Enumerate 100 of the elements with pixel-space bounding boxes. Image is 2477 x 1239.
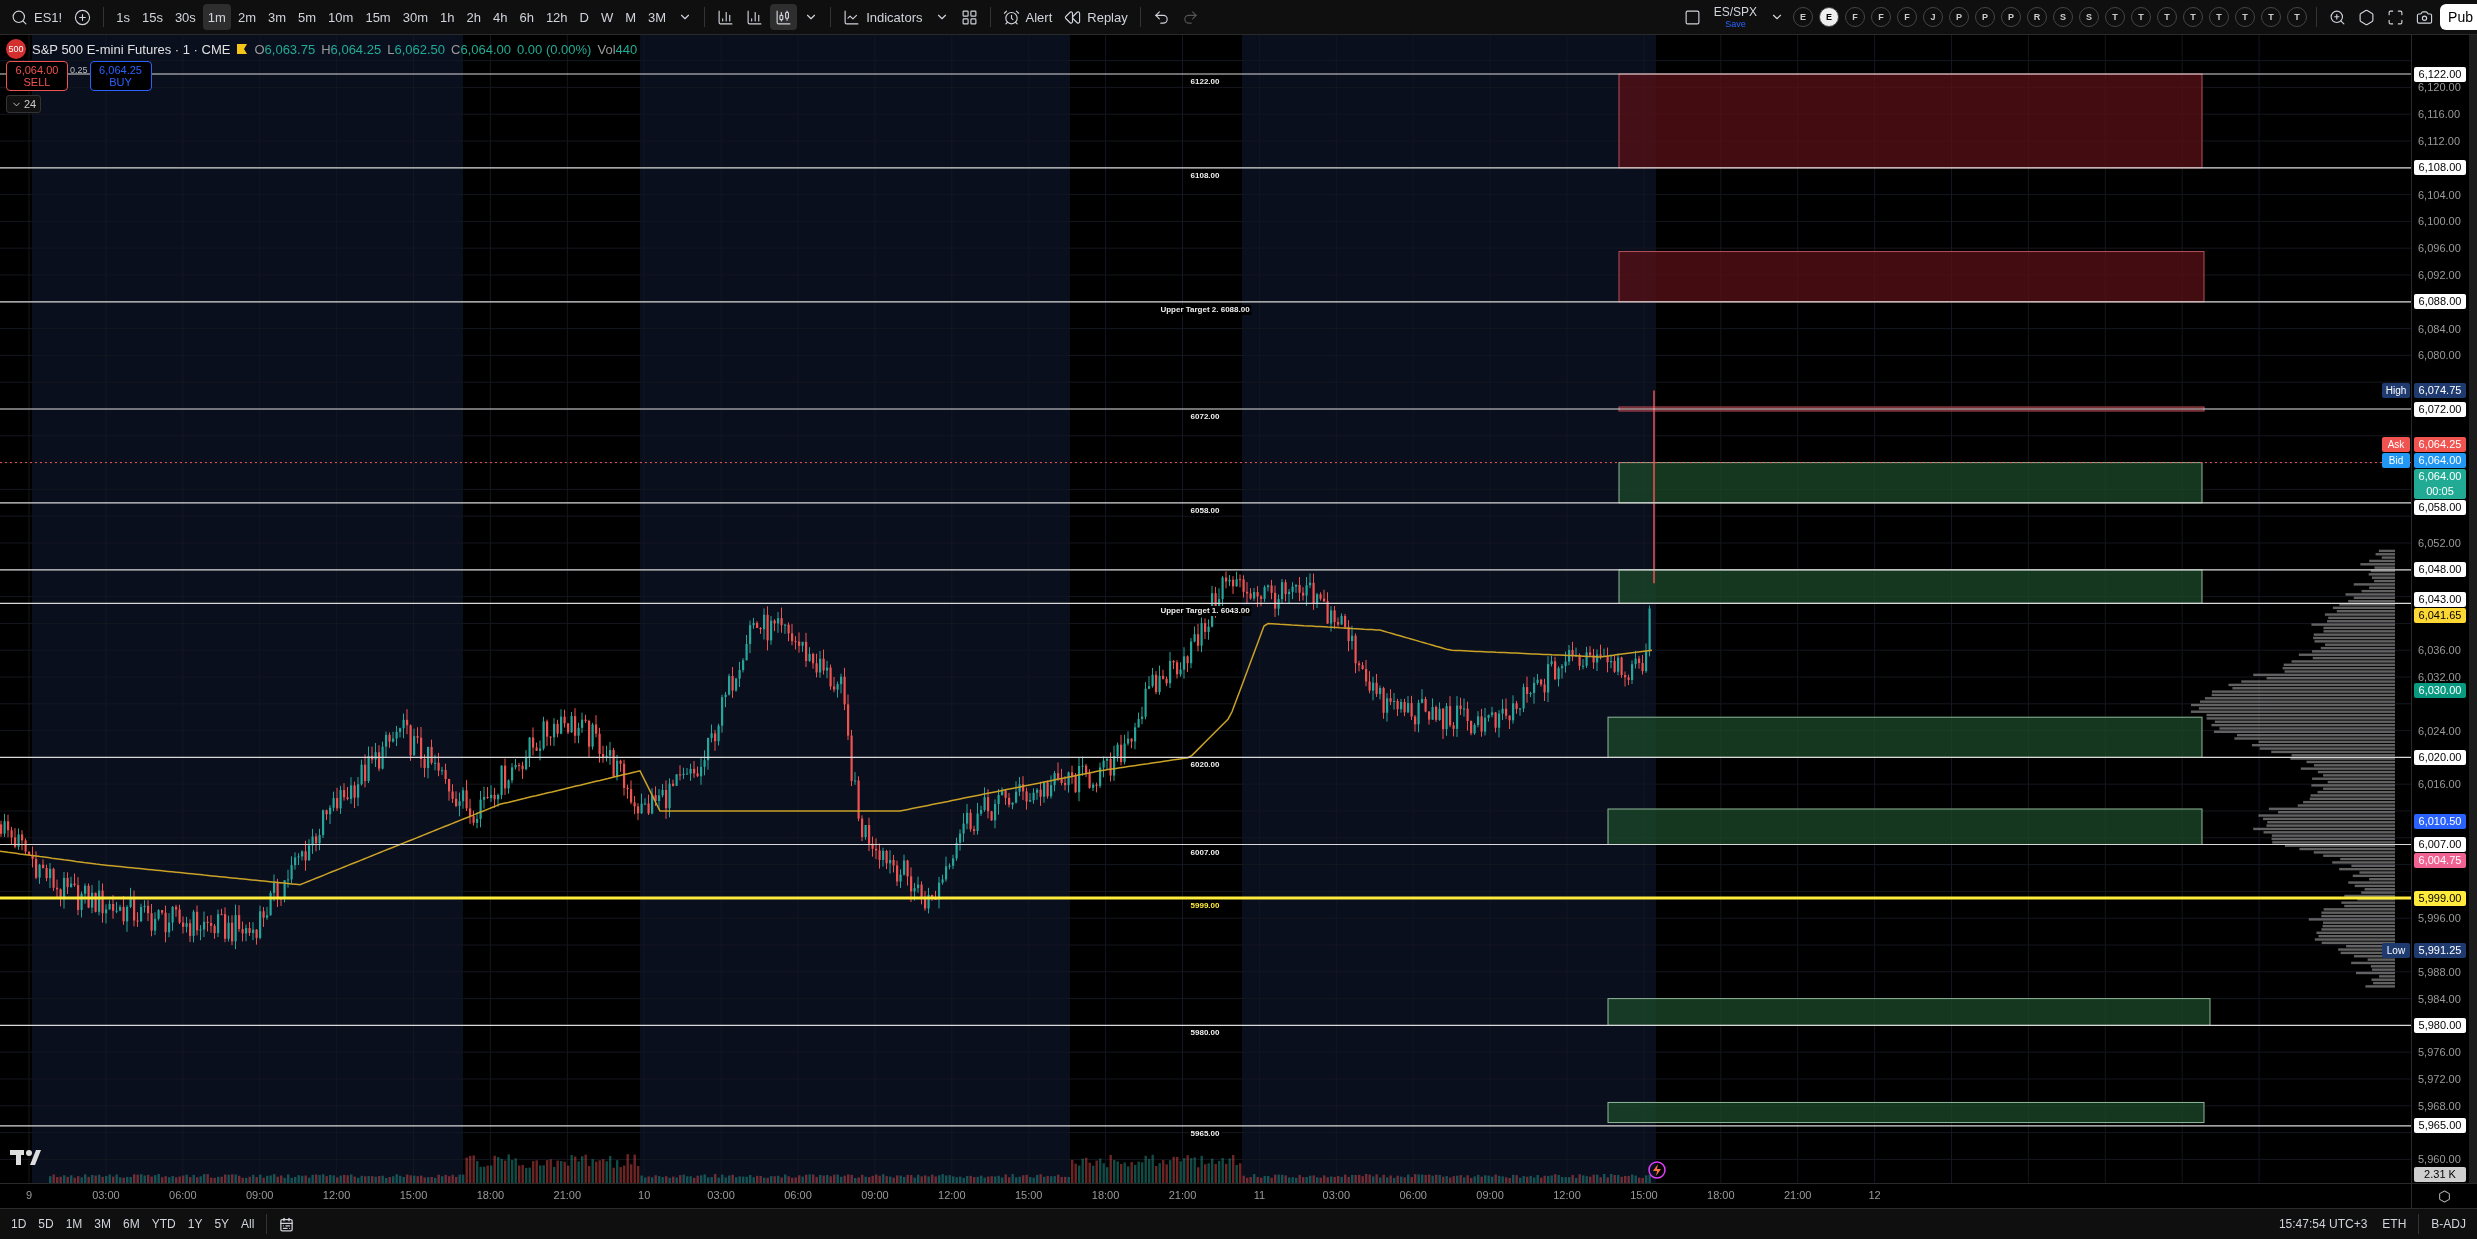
price-badge: 6,088.00 <box>2414 294 2466 310</box>
price-tick: 6,100.00 <box>2418 214 2461 229</box>
price-badge: 6,122.00 <box>2414 66 2466 82</box>
price-tick: 6,052.00 <box>2418 536 2461 550</box>
range-button[interactable]: 5Y <box>209 1211 235 1237</box>
interval-tab[interactable]: 1h <box>435 4 460 30</box>
price-tag: High <box>2382 383 2410 399</box>
fullscreen-icon <box>2387 8 2405 26</box>
line-chart-icon <box>843 8 861 26</box>
alert-button[interactable]: Alert <box>997 4 1058 30</box>
search-icon <box>11 8 28 26</box>
time-label: 12:00 <box>1553 1189 1581 1201</box>
symbol-letter-button[interactable]: E <box>1819 7 1840 27</box>
price-badge: 6,030.00 <box>2414 682 2466 698</box>
time-label: 09:00 <box>245 1189 274 1201</box>
price-tick: 6,024.00 <box>2418 723 2461 738</box>
adjustment-button[interactable]: B-ADJ <box>2426 1211 2471 1237</box>
range-button[interactable]: 1D <box>6 1211 32 1237</box>
time-label: 18:00 <box>1707 1189 1735 1201</box>
interval-tab[interactable]: 15s <box>136 4 168 30</box>
range-button[interactable]: 1M <box>60 1211 88 1237</box>
level-label: 6072.00 <box>1188 412 1222 422</box>
price-tick: 6,084.00 <box>2418 321 2461 336</box>
buy-button[interactable]: 6,064.25 BUY <box>89 61 152 91</box>
price-badge: 6,064.00 00:05 <box>2414 468 2466 499</box>
price-tick: 6,116.00 <box>2418 107 2460 122</box>
rewind-icon <box>1064 8 1082 26</box>
interval-tab[interactable]: 3m <box>263 4 292 30</box>
range-button[interactable]: All <box>236 1211 260 1237</box>
candles-button[interactable] <box>770 4 798 30</box>
settings-icon <box>2438 1189 2451 1203</box>
symbol-search-button[interactable]: ES1! <box>6 4 68 30</box>
interval-tab[interactable]: 5m <box>293 4 322 30</box>
clock-text: 15:47:54 UTC+3 <box>2277 1217 2369 1231</box>
time-label: 06:00 <box>169 1189 197 1201</box>
square-icon <box>1683 8 1701 26</box>
range-button[interactable]: 1Y <box>182 1211 208 1237</box>
interval-tab[interactable]: D <box>574 4 594 30</box>
price-badge: 6,043.00 <box>2414 592 2466 608</box>
price-tick: 5,968.00 <box>2418 1098 2461 1113</box>
sell-button[interactable]: 6,064.00 SELL <box>6 61 68 91</box>
interval-tab[interactable]: 15m <box>360 4 396 30</box>
collapse-button[interactable]: 24 <box>6 95 42 113</box>
price-tick: 6,092.00 <box>2418 268 2461 282</box>
interval-tab[interactable]: 3M <box>643 4 672 30</box>
interval-tab[interactable]: 1s <box>111 4 135 30</box>
level-label: Upper Target 1. 6043.00 <box>1158 606 1252 617</box>
interval-tab[interactable]: W <box>595 4 619 30</box>
time-label: 12:00 <box>322 1189 351 1201</box>
price-badge: 6,010.50 <box>2414 813 2466 829</box>
price-tick: 6,096.00 <box>2418 241 2461 256</box>
interval-tab[interactable]: 1m <box>202 4 231 30</box>
interval-tab[interactable]: 6h <box>514 4 539 30</box>
level-label: 6122.00 <box>1188 77 1222 87</box>
range-button[interactable]: 3M <box>89 1211 117 1237</box>
calendar-icon <box>279 1216 295 1232</box>
interval-tab[interactable]: 2m <box>232 4 261 30</box>
interval-tab[interactable]: 30s <box>169 4 201 30</box>
interval-tab[interactable]: M <box>620 4 642 30</box>
flag-icon <box>236 43 249 55</box>
price-tick: 5,960.00 <box>2418 1152 2461 1167</box>
bars-icon <box>717 8 735 26</box>
publish-button[interactable]: Pub <box>2440 4 2477 30</box>
price-tick: 5,996.00 <box>2418 911 2461 926</box>
time-label: 9 <box>25 1189 33 1201</box>
price-badge: 5,965.00 <box>2414 1118 2466 1134</box>
time-label: 21:00 <box>1168 1189 1197 1201</box>
interval-tab[interactable]: 12h <box>540 4 573 30</box>
interval-tab[interactable]: 10m <box>323 4 359 30</box>
ohlc-value: O6,063.75 <box>254 41 316 57</box>
plus-icon <box>74 8 92 26</box>
interval-tab[interactable]: 30m <box>397 4 433 30</box>
replay-button[interactable]: Replay <box>1059 4 1133 30</box>
time-label: 11 <box>1253 1189 1266 1201</box>
level-label: 6108.00 <box>1188 170 1222 181</box>
range-button[interactable]: 6M <box>118 1211 145 1237</box>
time-label: 09:00 <box>1476 1189 1504 1201</box>
layout-button[interactable]: ES/SPX Save <box>1707 5 1764 29</box>
time-label: 12 <box>1868 1189 1881 1201</box>
time-label: 09:00 <box>861 1189 889 1201</box>
indicators-button[interactable]: Indicators <box>838 4 928 30</box>
volume-value: Vol440 <box>597 41 638 57</box>
price-tick: 6,120.00 <box>2418 80 2461 95</box>
price-badge: 6,041.65 <box>2414 608 2466 624</box>
interval-tab[interactable]: 2h <box>461 4 486 30</box>
ohlc-value: L6,062.50 <box>387 41 445 57</box>
interval-tab[interactable]: 4h <box>487 4 513 30</box>
magnifier-icon <box>2329 8 2347 26</box>
range-button[interactable]: 5D <box>33 1211 59 1237</box>
range-button[interactable]: YTD <box>146 1211 181 1237</box>
level-label: 5965.00 <box>1188 1128 1222 1139</box>
price-badge: 5,999.00 <box>2414 890 2466 906</box>
level-label: Upper Target 2. 6088.00 <box>1158 304 1252 315</box>
time-label: 03:00 <box>92 1189 120 1201</box>
price-badge: 6,064.25 <box>2414 436 2466 452</box>
price-badge: 5,991.25 <box>2414 942 2466 958</box>
time-label: 15:00 <box>1630 1189 1658 1201</box>
time-label: 18:00 <box>476 1189 505 1201</box>
price-badge: 5,980.00 <box>2414 1017 2466 1033</box>
session-button[interactable]: ETH <box>2377 1211 2412 1237</box>
